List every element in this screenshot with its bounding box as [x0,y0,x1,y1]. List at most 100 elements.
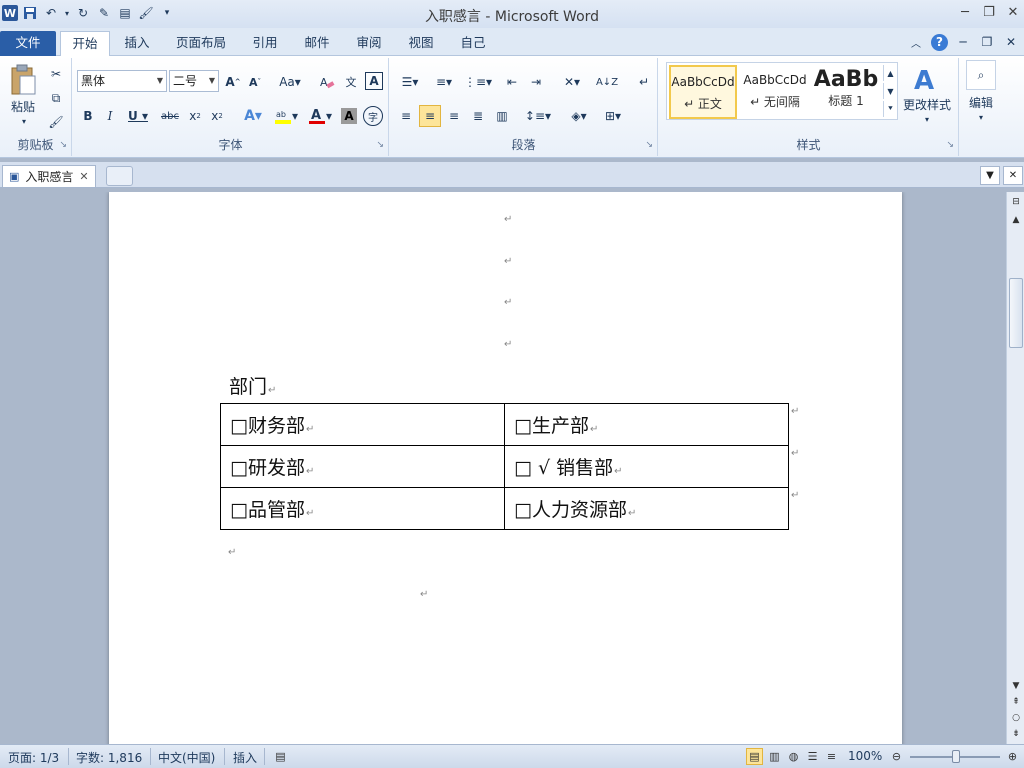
ruler-toggle-icon[interactable]: ⊟ [1008,194,1024,210]
font-name-combo[interactable]: 黑体 ▼ [77,70,167,92]
macro-record-icon[interactable]: ▤ [272,748,289,765]
styles-launcher-icon[interactable]: ↘ [946,140,954,150]
format-painter-icon[interactable]: 🖌 [46,112,66,132]
chinese-layout-icon[interactable]: ✕▾ [558,72,586,92]
italic-icon[interactable]: I [101,106,119,126]
line-spacing-icon[interactable]: ↕≡▾ [524,106,552,126]
font-launcher-icon[interactable]: ↘ [376,140,384,150]
word-count[interactable]: 字数: 1,816 [76,749,142,766]
doc-restore-icon[interactable]: ❐ [978,33,996,51]
highlight-icon[interactable]: ab ▾ [271,106,301,126]
table-cell[interactable]: □生产部↵ [504,403,789,446]
grow-font-icon[interactable]: A ^ [223,72,243,92]
draft-view-icon[interactable]: ≡ [823,748,840,765]
help-icon[interactable]: ? [931,33,948,51]
zoom-in-icon[interactable]: ⊕ [1004,748,1021,765]
print-layout-icon[interactable]: ▤ [746,748,763,765]
align-left-icon[interactable]: ≡ [396,106,416,126]
web-layout-icon[interactable]: ◍ [785,748,802,765]
checkbox-option-quality[interactable]: □品管部 [230,499,305,521]
change-styles-icon[interactable]: A [910,62,944,96]
restore-icon[interactable]: ❐ [980,3,998,21]
zoom-slider-thumb[interactable] [952,750,960,763]
checkbox-option-hr[interactable]: □人力资源部 [514,499,627,521]
insert-mode[interactable]: 插入 [233,749,257,766]
close-icon[interactable]: ✕ [1004,3,1022,21]
paste-icon[interactable] [6,62,40,98]
document-tab[interactable]: ▣ 入职感言 ✕ [2,165,96,187]
style-heading-1[interactable]: AaBb 标题 1 [813,65,879,119]
doc-close-icon[interactable]: ✕ [1002,33,1020,51]
font-color-icon[interactable]: A ▾ [305,106,335,126]
tab-custom[interactable]: 自己 [451,31,495,56]
tab-page-layout[interactable]: 页面布局 [168,31,234,56]
table-cell[interactable]: □品管部↵ [220,487,505,530]
table-cell[interactable]: □研发部↵ [220,445,505,488]
change-styles-label[interactable]: 更改样式 [900,96,954,112]
checkbox-option-finance[interactable]: □财务部 [230,415,305,437]
paragraph-launcher-icon[interactable]: ↘ [645,140,653,150]
language[interactable]: 中文(中国) [158,749,215,766]
enclosed-char-icon[interactable]: 字 [363,106,383,126]
justify-icon[interactable]: ≣ [468,106,488,126]
styles-scroll-down-icon[interactable]: ▼ [883,83,897,99]
chevron-down-icon[interactable]: ▼ [209,71,215,91]
bold-icon[interactable]: B [79,106,97,126]
next-page-icon[interactable]: ⇟ [1008,726,1024,742]
zoom-level[interactable]: 100% [848,749,882,763]
previous-page-icon[interactable]: ⇞ [1008,694,1024,710]
close-icon[interactable]: ✕ [1003,166,1023,185]
strikethrough-icon[interactable]: abc [159,106,181,126]
change-styles-dropdown-icon[interactable]: ▾ [920,114,934,124]
table-cell[interactable]: □财务部↵ [220,403,505,446]
checkbox-option-production[interactable]: □生产部 [514,415,589,437]
outline-view-icon[interactable]: ☰ [804,748,821,765]
underline-icon[interactable]: U ▾ [125,106,151,126]
decrease-indent-icon[interactable]: ⇤ [502,72,522,92]
shading-icon[interactable]: ◈▾ [564,106,594,126]
shrink-font-icon[interactable]: Aˇ [245,72,265,92]
borders-icon[interactable]: ⊞▾ [598,106,628,126]
show-marks-icon[interactable]: ↵ [634,72,654,92]
superscript-icon[interactable]: x2 [207,106,227,126]
char-shading-icon[interactable]: A [341,108,357,124]
paste-dropdown-icon[interactable]: ▾ [18,116,30,126]
clear-format-icon[interactable]: A [317,72,337,92]
tab-insert[interactable]: 插入 [115,31,159,56]
style-no-spacing[interactable]: AaBbCcDd ↵ 无间隔 [741,65,809,119]
minimize-icon[interactable]: ─ [956,3,974,21]
table-cell[interactable]: □人力资源部↵ [504,487,789,530]
scroll-up-icon[interactable]: ▲ [1008,212,1024,228]
tab-references[interactable]: 引用 [243,31,287,56]
tab-file[interactable]: 文件 [0,31,56,56]
multilevel-list-icon[interactable]: ⋮≡▾ [464,72,492,92]
cut-icon[interactable]: ✂ [46,64,66,84]
new-tab-button[interactable] [106,166,133,186]
change-case-icon[interactable]: Aa▾ [276,72,304,92]
distributed-icon[interactable]: ▥ [492,106,512,126]
full-screen-reading-icon[interactable]: ▥ [766,748,783,765]
increase-indent-icon[interactable]: ⇥ [526,72,546,92]
phonetic-guide-icon[interactable]: 文 [341,72,361,92]
checkbox-option-rnd[interactable]: □研发部 [230,457,305,479]
align-center-icon[interactable]: ≡ [419,105,441,127]
close-icon[interactable]: ✕ [79,170,88,183]
vertical-scrollbar[interactable]: ⊟ ▲ ▼ ⇞ ○ ⇟ [1006,192,1024,744]
page-count[interactable]: 页面: 1/3 [8,749,59,766]
sort-icon[interactable]: A↓Z [596,72,618,92]
tab-view[interactable]: 视图 [399,31,443,56]
text-effects-icon[interactable]: A▾ [239,106,267,126]
doc-minimize-icon[interactable]: ─ [954,33,972,51]
tab-mailings[interactable]: 邮件 [295,31,339,56]
styles-scroll-up-icon[interactable]: ▲ [883,65,897,81]
document-page[interactable]: ↵ ↵ ↵ ↵ 部门↵ □财务部↵ □生产部↵ □研发部↵ □ √ 销售部↵ □… [109,192,902,744]
numbering-icon[interactable]: ≡▾ [430,72,458,92]
browse-object-icon[interactable]: ○ [1008,710,1024,726]
collapse-ribbon-icon[interactable]: ︿ [907,33,925,51]
style-normal[interactable]: AaBbCcDd ↵ 正文 [669,65,737,119]
subscript-icon[interactable]: x2 [185,106,205,126]
tab-home[interactable]: 开始 [60,31,110,56]
checkbox-option-sales[interactable]: □ √ 销售部 [514,457,613,479]
editing-dropdown-icon[interactable]: ▾ [974,112,988,122]
align-right-icon[interactable]: ≡ [444,106,464,126]
